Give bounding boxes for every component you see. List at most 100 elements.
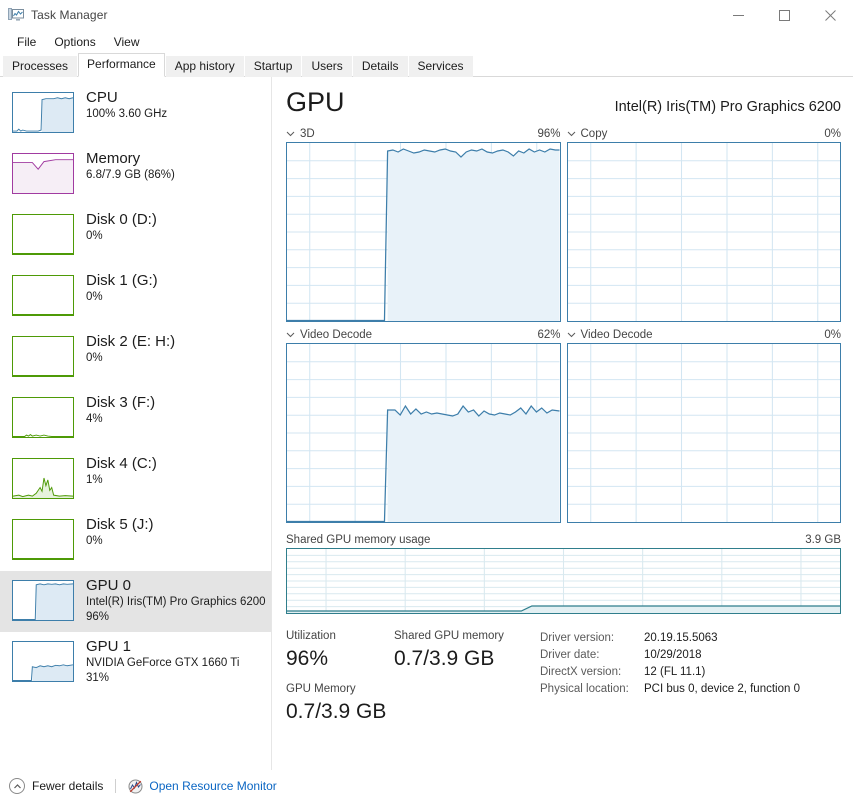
shared-memory-max: 3.9 GB [805,533,841,546]
sidebar-text: GPU 1 NVIDIA GeForce GTX 1660 Ti 31% [86,637,239,686]
tab-services[interactable]: Services [408,56,473,77]
info-row: Physical location: PCI bus 0, device 2, … [540,681,841,698]
fewer-details-label: Fewer details [32,779,104,793]
page-title: GPU [286,87,345,117]
sidebar-item-label: Disk 1 (G:) [86,272,158,289]
sidebar-item-label: GPU 1 [86,638,132,655]
sidebar-item-gpu-0[interactable]: GPU 0 Intel(R) Iris(TM) Pro Graphics 620… [0,571,271,632]
info-key: Driver date: [540,649,600,661]
device-name: Intel(R) Iris(TM) Pro Graphics 6200 [614,99,841,115]
chevron-down-icon[interactable] [567,129,576,138]
open-resource-monitor-link[interactable]: Open Resource Monitor [128,779,277,794]
graph-video-decode-left [286,343,561,523]
graph-cell-copy: Copy 0% [566,125,841,322]
sidebar-item-label: GPU 0 [86,577,132,594]
sidebar-item-disk-3[interactable]: Disk 3 (F:) 4% [0,388,271,449]
sidebar-text: Disk 2 (E: H:) 0% [86,332,175,366]
disk-thumbnail-graph [12,519,74,560]
info-row: Driver date: 10/29/2018 [540,647,841,664]
sidebar-text: GPU 0 Intel(R) Iris(TM) Pro Graphics 620… [86,576,266,625]
tab-details[interactable]: Details [352,56,408,77]
minimize-button[interactable] [715,0,761,31]
sidebar-text: Disk 1 (G:) 0% [86,271,158,305]
tab-strip: Processes Performance App history Startu… [0,53,853,77]
sidebar-item-sub: 0% [86,230,103,242]
fewer-details-button[interactable]: Fewer details [9,778,103,794]
sidebar-item-sub: Intel(R) Iris(TM) Pro Graphics 6200 [86,596,266,608]
graph-label-row: Video Decode 62% [286,326,561,343]
graph-cell-video-decode-left: Video Decode 62% [286,326,561,523]
memory-thumbnail-graph [12,153,74,194]
sidebar-item-sub: 100% 3.60 GHz [86,108,168,120]
menu-view[interactable]: View [105,33,149,51]
sidebar-item-disk-0[interactable]: Disk 0 (D:) 0% [0,205,271,266]
sidebar-item-cpu[interactable]: CPU 100% 3.60 GHz [0,83,271,144]
sidebar-item-sub: 0% [86,535,103,547]
info-key: Physical location: [540,683,629,695]
graph-3d [286,142,561,322]
sidebar-text: Disk 4 (C:) 1% [86,454,157,488]
window-title: Task Manager [31,8,108,22]
sidebar-item-label: Disk 2 (E: H:) [86,333,176,350]
info-key: Driver version: [540,632,615,644]
info-row: Driver version: 20.19.15.5063 [540,630,841,647]
disk-thumbnail-graph [12,458,74,499]
cpu-thumbnail-graph [12,92,74,133]
info-value: 10/29/2018 [644,649,702,661]
sidebar-item-sub: 0% [86,352,103,364]
close-button[interactable] [807,0,853,31]
shared-gpu-memory-value: 0.7/3.9 GB [394,647,495,670]
stats-col-utilization: Utilization 96% GPU Memory 0.7/3.9 GB [286,628,394,734]
tab-processes[interactable]: Processes [3,56,78,77]
sidebar-text: CPU 100% 3.60 GHz [86,88,167,122]
shared-gpu-memory-label: Shared GPU memory [394,630,504,642]
sidebar-item-label: Disk 3 (F:) [86,394,156,411]
graph-label-row: Video Decode 0% [567,326,841,343]
graph-label: Video Decode [300,328,373,341]
sidebar-text: Disk 5 (J:) 0% [86,515,154,549]
info-value: PCI bus 0, device 2, function 0 [644,683,800,695]
sidebar-item-disk-1[interactable]: Disk 1 (G:) 0% [0,266,271,327]
chevron-down-icon[interactable] [286,129,295,138]
task-manager-window: Task Manager File Options View Processes… [0,0,853,801]
gpu0-thumbnail-graph [12,580,74,621]
shared-memory-label: Shared GPU memory usage [286,533,431,546]
tab-performance[interactable]: Performance [78,53,165,77]
utilization-value: 96% [286,647,329,670]
sidebar-item-gpu-1[interactable]: GPU 1 NVIDIA GeForce GTX 1660 Ti 31% [0,632,271,693]
tab-startup[interactable]: Startup [244,56,302,77]
menu-options[interactable]: Options [45,33,104,51]
graph-copy [566,142,841,322]
title-bar: Task Manager [0,0,853,31]
graph-value: 96% [537,127,561,140]
sidebar-item-sub: 0% [86,291,103,303]
maximize-button[interactable] [761,0,807,31]
graph-cell-video-decode-right: Video Decode 0% [566,326,841,523]
sidebar-item-memory[interactable]: Memory 6.8/7.9 GB (86%) [0,144,271,205]
sidebar-item-label: CPU [86,89,118,106]
tab-app-history[interactable]: App history [165,56,244,77]
graph-value: 62% [537,328,561,341]
tab-users[interactable]: Users [302,56,352,77]
menu-file[interactable]: File [8,33,45,51]
chevron-down-icon[interactable] [567,330,576,339]
sidebar-item-sub: 1% [86,474,103,486]
chevron-down-icon[interactable] [286,330,295,339]
status-separator [115,779,117,793]
stats-area: Utilization 96% GPU Memory 0.7/3.9 GB Sh… [286,628,841,734]
disk-thumbnail-graph [12,275,74,316]
sidebar-item-disk-2[interactable]: Disk 2 (E: H:) 0% [0,327,271,388]
gpu-detail-panel: GPU Intel(R) Iris(TM) Pro Graphics 6200 … [272,77,853,770]
graph-value: 0% [824,328,841,341]
sidebar-item-disk-4[interactable]: Disk 4 (C:) 1% [0,449,271,510]
graph-video-decode-right [566,343,841,523]
task-manager-icon [8,7,24,23]
sidebar-text: Disk 0 (D:) 0% [86,210,157,244]
resource-sidebar: CPU 100% 3.60 GHz Memory 6.8/7.9 GB (86%… [0,77,272,770]
sidebar-item-sub: NVIDIA GeForce GTX 1660 Ti [86,657,240,669]
disk-thumbnail-graph [12,214,74,255]
resource-monitor-label: Open Resource Monitor [149,779,277,793]
sidebar-item-disk-5[interactable]: Disk 5 (J:) 0% [0,510,271,571]
info-value: 12 (FL 11.1) [644,666,706,678]
chevron-up-circle-icon [9,778,25,794]
